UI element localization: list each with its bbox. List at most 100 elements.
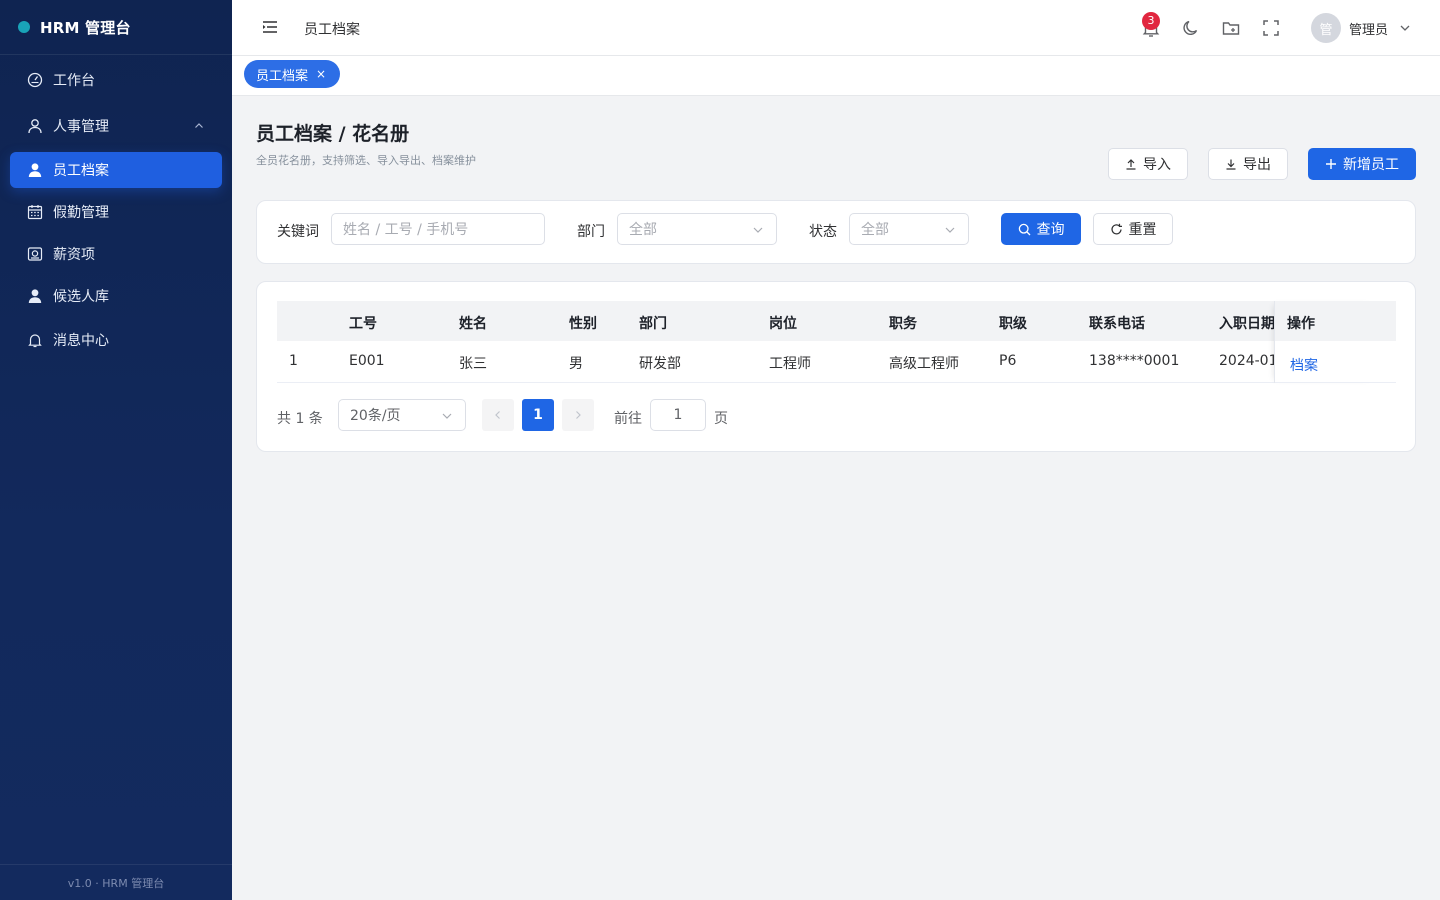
keyword-placeholder: 姓名 / 工号 / 手机号	[343, 222, 469, 238]
column-header: 工号	[349, 316, 377, 332]
dashboard-icon	[26, 71, 44, 89]
brand: HRM 管理台	[0, 0, 232, 55]
status-label: 状态	[809, 224, 837, 240]
chevron-up-icon	[194, 119, 204, 135]
chevron-down-icon	[752, 224, 764, 240]
close-icon[interactable]: ×	[316, 67, 326, 81]
table-card: 工号 姓名 性别 部门 岗位 职务 职级 联系电话 入职日期 1 E001 张三…	[256, 281, 1416, 452]
cell-emp-no: E001	[349, 353, 385, 369]
search-label: 查询	[1036, 222, 1065, 238]
cell-post: 工程师	[769, 356, 811, 372]
column-header: 操作	[1287, 316, 1315, 332]
search-icon	[1018, 223, 1031, 236]
avatar[interactable]: 管	[1311, 13, 1341, 43]
keyword-input[interactable]: 姓名 / 工号 / 手机号	[331, 213, 545, 245]
user-name[interactable]: 管理员	[1349, 19, 1388, 38]
sidebar-item-messages[interactable]: 消息中心	[10, 322, 222, 358]
cell-name: 张三	[459, 356, 487, 372]
sidebar-item-label: 候选人库	[53, 289, 109, 305]
filter-card: 关键词 姓名 / 工号 / 手机号 部门 全部 状态 全部 查询 重置	[256, 200, 1416, 264]
sidebar-item-label: 消息中心	[53, 333, 109, 349]
download-icon	[1225, 158, 1237, 170]
sidebar-item-label: 薪资项	[53, 247, 95, 263]
column-header: 姓名	[459, 316, 487, 332]
chevron-left-icon	[495, 411, 500, 419]
dept-select-value: 全部	[629, 222, 657, 238]
column-header: 部门	[639, 316, 667, 332]
breadcrumb: 员工档案	[304, 22, 360, 38]
column-header: 联系电话	[1089, 316, 1145, 332]
user-outline-icon	[26, 117, 44, 135]
chevron-down-icon[interactable]	[1399, 22, 1411, 38]
user-filled-icon	[26, 161, 44, 179]
money-icon	[26, 245, 44, 263]
import-button[interactable]: 导入	[1108, 148, 1188, 180]
upload-icon	[1125, 158, 1137, 170]
cell-gender: 男	[569, 356, 583, 372]
folder-icon[interactable]	[1221, 18, 1241, 38]
sidebar-item-candidates[interactable]: 候选人库	[10, 278, 222, 314]
bell-icon	[26, 331, 44, 349]
page-size-select[interactable]: 20条/页	[338, 399, 466, 431]
export-label: 导出	[1243, 157, 1271, 173]
dept-select[interactable]: 全部	[617, 213, 777, 245]
row-index: 1	[289, 353, 298, 369]
sidebar-item-hr[interactable]: 人事管理	[10, 108, 222, 144]
reset-button[interactable]: 重置	[1093, 213, 1173, 245]
add-employee-label: 新增员工	[1343, 157, 1399, 173]
column-header: 岗位	[769, 316, 797, 332]
page-title: 员工档案 / 花名册	[256, 123, 410, 145]
sidebar-item-label: 员工档案	[53, 163, 109, 179]
column-header: 职级	[999, 316, 1027, 332]
import-label: 导入	[1143, 157, 1171, 173]
version-footer: v1.0 · HRM 管理台	[0, 864, 232, 900]
column-header: 入职日期	[1219, 316, 1275, 332]
chevron-down-icon	[441, 410, 453, 426]
sidebar-item-salary[interactable]: 薪资项	[10, 236, 222, 272]
add-employee-button[interactable]: 新增员工	[1308, 148, 1416, 180]
fullscreen-icon[interactable]	[1261, 18, 1281, 38]
page-subtitle: 全员花名册，支持筛选、导入导出、档案维护	[256, 154, 476, 167]
calendar-icon	[26, 203, 44, 221]
user-filled-icon	[26, 287, 44, 305]
notification-badge: 3	[1142, 12, 1160, 30]
table-row[interactable]: 1 E001 张三 男 研发部 工程师 高级工程师 P6 138****0001…	[277, 341, 1396, 383]
page-size-value: 20条/页	[350, 408, 401, 424]
sidebar-item-attendance[interactable]: 假勤管理	[10, 194, 222, 230]
top-header: 员工档案 3 管 管理员	[232, 0, 1440, 56]
chevron-down-icon	[944, 224, 956, 240]
sidebar-item-label: 假勤管理	[53, 205, 109, 221]
brand-name: HRM 管理台	[40, 18, 131, 37]
column-header: 性别	[569, 316, 597, 332]
table-header: 工号 姓名 性别 部门 岗位 职务 职级 联系电话 入职日期	[277, 301, 1396, 341]
current-page-button[interactable]: 1	[522, 399, 554, 431]
status-select-value: 全部	[861, 222, 889, 238]
search-button[interactable]: 查询	[1001, 213, 1081, 245]
sidebar: HRM 管理台 工作台 人事管理 员工档案 假勤管理 薪资项 候选人库 消息中心…	[0, 0, 232, 900]
plus-icon	[1325, 158, 1337, 170]
action-cell: 档案	[1275, 341, 1376, 383]
sidebar-item-dashboard[interactable]: 工作台	[10, 62, 222, 98]
goto-prefix: 前往	[614, 411, 642, 427]
cell-duty: 高级工程师	[889, 356, 959, 372]
view-file-link[interactable]: 档案	[1290, 355, 1318, 375]
tab-label: 员工档案	[256, 68, 309, 84]
sidebar-item-employee-files[interactable]: 员工档案	[10, 152, 222, 188]
refresh-icon	[1110, 223, 1123, 236]
dark-mode-icon[interactable]	[1181, 18, 1201, 38]
cell-level: P6	[999, 353, 1017, 369]
chevron-right-icon	[576, 411, 581, 419]
sidebar-item-label: 人事管理	[53, 119, 109, 135]
status-select[interactable]: 全部	[849, 213, 969, 245]
tab-employee-files[interactable]: 员工档案 ×	[244, 60, 341, 88]
prev-page-button[interactable]	[482, 399, 514, 431]
sidebar-item-label: 工作台	[53, 73, 95, 89]
goto-page-input[interactable]: 1	[650, 399, 706, 431]
cell-phone: 138****0001	[1089, 353, 1180, 369]
next-page-button[interactable]	[562, 399, 594, 431]
pagination-total: 共 1 条	[277, 411, 323, 427]
keyword-label: 关键词	[277, 224, 319, 240]
goto-suffix: 页	[714, 411, 728, 427]
menu-toggle-icon[interactable]	[262, 19, 278, 39]
export-button[interactable]: 导出	[1208, 148, 1288, 180]
